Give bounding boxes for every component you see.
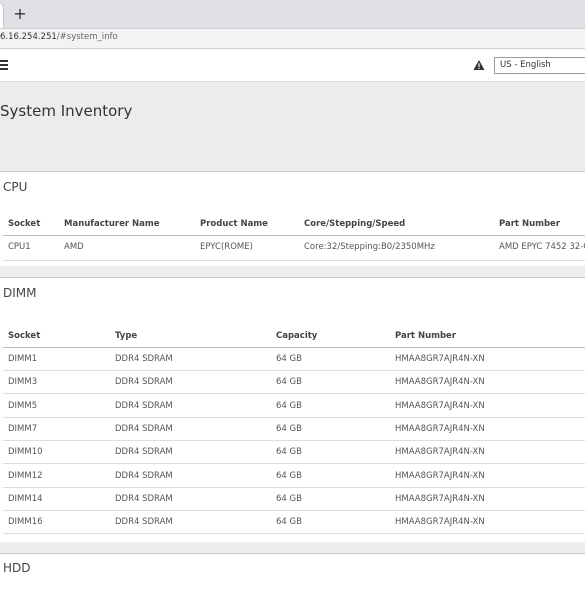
dimm-col-capacity: Capacity bbox=[276, 331, 318, 341]
dimm-cell-type: DDR4 SDRAM bbox=[115, 493, 173, 504]
dimm-cell-socket: DIMM5 bbox=[8, 400, 38, 411]
page-title: System Inventory bbox=[0, 102, 133, 120]
dimm-row-divider bbox=[3, 393, 585, 395]
dimm-row-divider bbox=[3, 486, 585, 488]
dimm-cell-type: DDR4 SDRAM bbox=[115, 423, 173, 434]
language-select[interactable]: US - English bbox=[494, 57, 585, 74]
dimm-cell-socket: DIMM10 bbox=[8, 447, 43, 458]
dimm-cell-type: DDR4 SDRAM bbox=[115, 377, 173, 388]
dimm-cell-socket: DIMM1 bbox=[8, 354, 38, 364]
browser-tab[interactable] bbox=[0, 2, 4, 28]
dimm-cell-capacity: 64 GB bbox=[276, 400, 302, 411]
dimm-header-divider bbox=[3, 347, 585, 348]
dimm-cell-capacity: 64 GB bbox=[276, 493, 302, 504]
address-bar[interactable]: 6.16.254.251/#system_info bbox=[0, 28, 585, 49]
cpu-header-divider bbox=[3, 235, 585, 236]
cpu-cell-product: EPYC(ROME) bbox=[200, 242, 253, 252]
cpu-col-part: Part Number bbox=[499, 219, 561, 229]
dimm-cell-part: HMAA8GR7AJR4N-XN bbox=[395, 354, 485, 364]
dimm-cell-part: HMAA8GR7AJR4N-XN bbox=[395, 470, 485, 481]
cpu-row-divider bbox=[3, 260, 585, 261]
cpu-cell-socket: CPU1 bbox=[8, 242, 31, 252]
dimm-col-socket: Socket bbox=[8, 331, 41, 341]
cpu-panel: CPU Socket Manufacturer Name Product Nam… bbox=[0, 171, 585, 266]
dimm-cell-capacity: 64 GB bbox=[276, 470, 302, 481]
cpu-col-manufacturer: Manufacturer Name bbox=[64, 219, 160, 229]
cpu-col-product: Product Name bbox=[200, 219, 268, 229]
cpu-cell-part: AMD EPYC 7452 32-Core bbox=[499, 242, 585, 252]
hamburger-menu-icon[interactable] bbox=[0, 60, 8, 70]
dimm-col-type: Type bbox=[115, 331, 138, 341]
dimm-col-part: Part Number bbox=[395, 331, 457, 341]
cpu-col-socket: Socket bbox=[8, 219, 41, 229]
dimm-row-divider bbox=[3, 463, 585, 465]
dimm-cell-part: HMAA8GR7AJR4N-XN bbox=[395, 423, 485, 434]
dimm-cell-part: HMAA8GR7AJR4N-XN bbox=[395, 493, 485, 504]
cpu-cell-manufacturer: AMD bbox=[64, 242, 84, 252]
dimm-row-divider bbox=[3, 370, 585, 371]
browser-tab-strip: + bbox=[0, 0, 585, 28]
cpu-col-core: Core/Stepping/Speed bbox=[304, 219, 406, 229]
dimm-cell-type: DDR4 SDRAM bbox=[115, 354, 173, 364]
dimm-cell-part: HMAA8GR7AJR4N-XN bbox=[395, 447, 485, 458]
dimm-row-divider bbox=[3, 509, 585, 511]
dimm-cell-part: HMAA8GR7AJR4N-XN bbox=[395, 377, 485, 388]
dimm-row-divider bbox=[3, 439, 585, 441]
dimm-cell-part: HMAA8GR7AJR4N-XN bbox=[395, 517, 485, 528]
warning-icon[interactable] bbox=[473, 59, 485, 71]
dimm-panel: DIMM Socket Type Capacity Part Number DI… bbox=[0, 277, 585, 542]
dimm-row-divider bbox=[3, 416, 585, 418]
dimm-cell-type: DDR4 SDRAM bbox=[115, 517, 173, 528]
url-host: 6.16.254.251 bbox=[0, 32, 57, 42]
dimm-cell-capacity: 64 GB bbox=[276, 377, 302, 388]
new-tab-button[interactable]: + bbox=[11, 4, 29, 24]
hdd-panel: HDD bbox=[0, 553, 585, 593]
hdd-panel-title: HDD bbox=[3, 561, 31, 575]
dimm-cell-socket: DIMM14 bbox=[8, 493, 43, 504]
app-header: US - English bbox=[0, 49, 585, 82]
url-path: /#system_info bbox=[56, 32, 118, 42]
dimm-cell-type: DDR4 SDRAM bbox=[115, 470, 173, 481]
dimm-cell-capacity: 64 GB bbox=[276, 517, 302, 528]
dimm-panel-title: DIMM bbox=[3, 286, 37, 300]
dimm-cell-capacity: 64 GB bbox=[276, 447, 302, 458]
dimm-cell-socket: DIMM16 bbox=[8, 517, 43, 528]
dimm-cell-socket: DIMM3 bbox=[8, 377, 38, 388]
dimm-row-divider bbox=[3, 533, 585, 535]
url-text[interactable]: 6.16.254.251/#system_info bbox=[0, 32, 118, 42]
cpu-panel-title: CPU bbox=[3, 180, 28, 194]
dimm-cell-capacity: 64 GB bbox=[276, 423, 302, 434]
cpu-cell-core: Core:32/Stepping:B0/2350MHz bbox=[304, 242, 435, 252]
dimm-cell-part: HMAA8GR7AJR4N-XN bbox=[395, 400, 485, 411]
dimm-cell-capacity: 64 GB bbox=[276, 354, 302, 364]
dimm-cell-socket: DIMM12 bbox=[8, 470, 43, 481]
dimm-cell-socket: DIMM7 bbox=[8, 423, 38, 434]
dimm-cell-type: DDR4 SDRAM bbox=[115, 400, 173, 411]
dimm-cell-type: DDR4 SDRAM bbox=[115, 447, 173, 458]
